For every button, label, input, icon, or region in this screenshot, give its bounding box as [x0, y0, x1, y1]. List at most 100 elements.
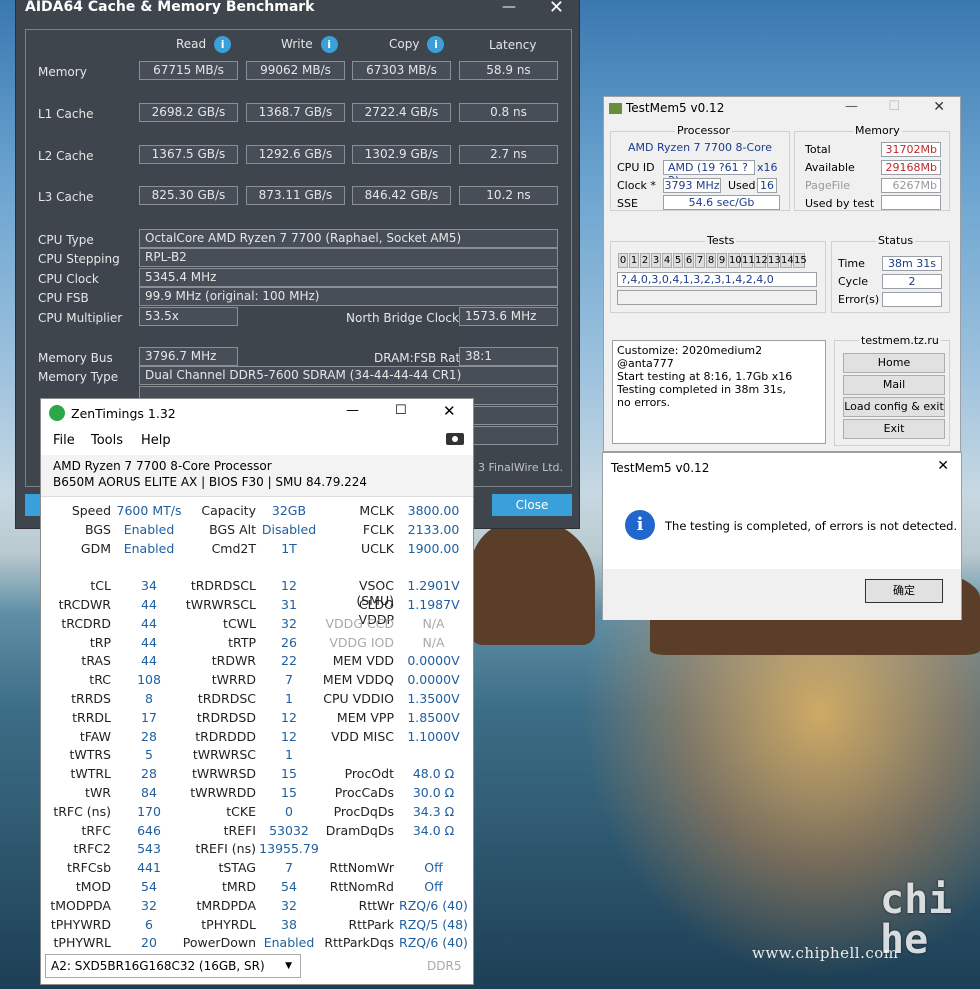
camera-icon[interactable] [446, 433, 464, 445]
threads-label: x16 [757, 161, 778, 174]
timing-label: tFAW [79, 728, 111, 744]
menu-help[interactable]: Help [141, 433, 171, 448]
timing-label: tSTAG [218, 860, 256, 876]
mem-type-value: Dual Channel DDR5-7600 SDRAM (34-44-44-4… [139, 366, 558, 385]
timing-label: tCWL [223, 615, 256, 631]
timing-row: tMOD 54 tMRD 54 RttNomRd Off [41, 879, 473, 898]
test-cell: 11 [741, 253, 755, 268]
timing-value: 32 [281, 897, 297, 913]
memory-latency: 58.9 ns [459, 61, 558, 80]
tests-title: Tests [705, 234, 737, 247]
close-icon[interactable]: ✕ [937, 458, 949, 474]
time-field: 38m 31s [882, 256, 942, 271]
dram-ratio-label: DRAM:FSB Ratio [374, 351, 471, 365]
timing-row: tRRDS 8 tRDRDSC 1 CPU VDDIO 1.3500V [41, 691, 473, 710]
row-label: L1 Cache [38, 107, 94, 121]
usedby-label: Used by test [805, 197, 875, 210]
row-label: L3 Cache [38, 190, 94, 204]
load-config-exit-button[interactable]: Load config & exit [843, 397, 945, 417]
minimize-icon[interactable]: — [346, 403, 359, 418]
testmem-window: TestMem5 v0.12 — ☐ ✕ Processor AMD Ryzen… [603, 96, 961, 452]
cpuid-label: CPU ID [617, 161, 655, 174]
timing-value: 44 [141, 615, 157, 631]
site-title: testmem.tz.ru [859, 334, 941, 347]
timing-value: 0.0000V [407, 653, 460, 669]
info-icon[interactable]: i [427, 36, 445, 53]
timing-value: 22 [281, 653, 297, 669]
exit-button[interactable]: Exit [843, 419, 945, 439]
timing-label: VDDG CCD [325, 615, 394, 631]
timing-label: tPHYWRL [53, 935, 111, 951]
timing-value: Off [424, 879, 443, 894]
timing-value: 2133.00 [407, 521, 460, 537]
timing-label: tRDRDSD [196, 709, 256, 725]
timing-label: tRFCsb [67, 860, 111, 876]
sea-rock-left [470, 520, 595, 645]
timing-label: BGS [85, 521, 111, 537]
menu-tools[interactable]: Tools [91, 433, 123, 448]
l3-read: 825.30 GB/s [139, 186, 238, 205]
timing-value: 1.3500V [407, 691, 460, 706]
chevron-down-icon: ▼ [285, 961, 292, 971]
site-group: testmem.tz.ru Home Mail Load config & ex… [834, 334, 950, 446]
timing-label: tRRDS [71, 691, 111, 706]
usedby-field[interactable] [881, 195, 941, 210]
timing-value: 44 [141, 597, 157, 612]
test-cell: 2 [640, 253, 650, 268]
timing-label: tRTP [228, 634, 256, 650]
test-cell: 15 [793, 253, 807, 268]
maximize-icon[interactable]: ☐ [888, 99, 900, 114]
module-selected: A2: SXD5BR16G168C32 (16GB, SR) [51, 959, 265, 973]
timing-label: RttParkDqs [324, 935, 394, 951]
header-latency: Latency [489, 38, 537, 52]
minimize-icon[interactable]: — [502, 0, 516, 15]
timing-value: 0.0000V [407, 672, 460, 688]
cpu-fsb-label: CPU FSB [38, 291, 89, 305]
mail-button[interactable]: Mail [843, 375, 945, 395]
progress-bar [617, 290, 817, 305]
cpu-clock-label: CPU Clock [38, 272, 99, 286]
timing-value: 1.1987V [407, 597, 460, 612]
module-select[interactable]: A2: SXD5BR16G168C32 (16GB, SR) ▼ [45, 954, 301, 978]
timing-label: tCL [90, 578, 111, 594]
home-button[interactable]: Home [843, 353, 945, 373]
menu-file[interactable]: File [53, 433, 75, 448]
status-group: Status Time 38m 31s Cycle 2 Error(s) [831, 234, 950, 313]
ddr-label: DDR5 [427, 959, 462, 973]
timing-label: tMODPDA [50, 897, 111, 913]
maximize-icon[interactable]: ☐ [395, 403, 407, 418]
test-sequence: ?,4,0,3,0,4,1,3,2,3,1,4,2,4,0 [617, 272, 817, 287]
l3-write: 873.11 GB/s [246, 186, 345, 205]
timing-label: tRAS [81, 653, 111, 669]
clock-label: Clock * [617, 179, 656, 192]
timing-value: 44 [141, 653, 157, 669]
l1-write: 1368.7 GB/s [246, 103, 345, 122]
timing-label: RttNomRd [329, 879, 394, 894]
l1-latency: 0.8 ns [459, 103, 558, 122]
status-title: Status [876, 234, 916, 247]
timing-label: MEM VDD [332, 653, 394, 669]
aida-title: AIDA64 Cache & Memory Benchmark [25, 0, 315, 15]
minimize-icon[interactable]: — [845, 99, 858, 114]
timing-value: 53032 [269, 822, 309, 838]
log-box[interactable]: Customize: 2020medium2 @anta777 Start te… [612, 340, 826, 444]
timing-label: Speed [71, 503, 111, 518]
memory-read: 67715 MB/s [139, 61, 238, 80]
close-icon[interactable]: ✕ [443, 402, 456, 420]
info-icon[interactable]: i [320, 36, 338, 53]
close-button[interactable]: Close [492, 494, 572, 516]
timing-label: tREFI [223, 822, 256, 838]
close-icon[interactable]: ✕ [549, 0, 564, 18]
cpu-clock-value: 5345.4 MHz [139, 268, 558, 287]
close-icon[interactable]: ✕ [933, 99, 945, 115]
test-cell: 8 [706, 253, 716, 268]
timing-value: 84 [141, 785, 157, 800]
timing-label: UCLK [360, 540, 394, 556]
ok-button[interactable]: 确定 [865, 579, 943, 603]
errors-field [882, 292, 942, 307]
timing-value: RZQ/6 (40) [399, 935, 468, 951]
timing-value: 30.0 Ω [412, 785, 455, 800]
timing-row: Speed 7600 MT/s Capacity 32GB MCLK 3800.00 [41, 503, 473, 522]
timing-label: tRFC2 [73, 841, 111, 857]
info-icon[interactable]: i [214, 36, 232, 53]
